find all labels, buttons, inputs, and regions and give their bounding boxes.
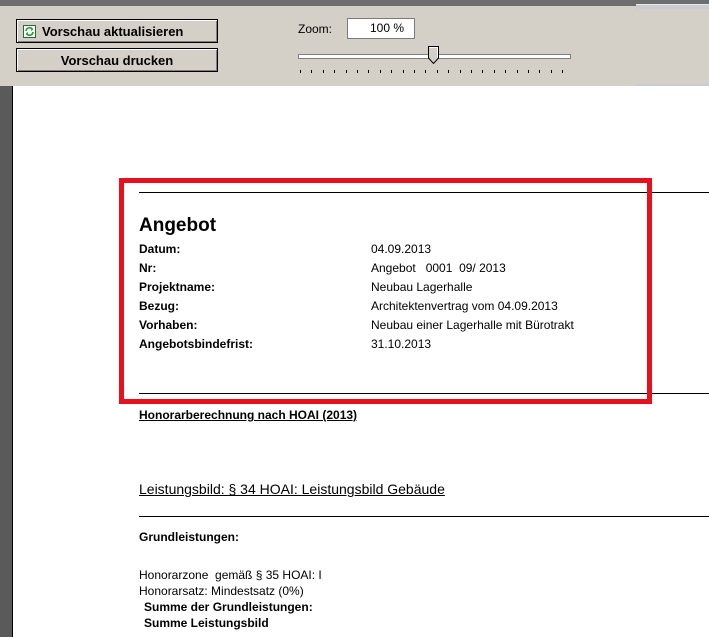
zoom-slider-ticks xyxy=(300,70,570,74)
zoom-slider-thumb[interactable] xyxy=(428,46,439,64)
zoom-slider-tick xyxy=(459,70,461,73)
summe-leistungsbild: Summe Leistungsbild xyxy=(144,616,269,630)
zoom-label: Zoom: xyxy=(298,22,333,36)
zoom-slider-tick xyxy=(345,70,347,73)
zoom-slider-tick xyxy=(414,70,415,73)
zoom-slider-tick xyxy=(402,70,404,73)
summe-grundleistungen: Summe der Grundleistungen: xyxy=(144,600,313,614)
zoom-slider-tick xyxy=(379,70,381,73)
zoom-slider-tick xyxy=(391,70,393,73)
section-title-honorar: Honorarberechnung nach HOAI (2013) xyxy=(139,408,358,422)
zoom-slider-tick xyxy=(550,70,552,73)
divider-leistungsbild xyxy=(139,516,709,517)
zoom-slider-tick xyxy=(482,70,484,73)
zoom-slider-tick xyxy=(357,70,358,73)
zoom-slider-tick xyxy=(528,70,529,73)
print-preview-label: Vorschau drucken xyxy=(60,52,174,68)
zoom-slider-tick xyxy=(539,70,541,73)
zoom-slider-tick xyxy=(448,70,450,73)
preview-left-margin xyxy=(0,86,12,637)
zoom-slider-tick xyxy=(322,70,324,73)
zoom-slider-tick xyxy=(562,70,564,73)
zoom-slider-tick xyxy=(493,70,495,73)
zoom-slider-tick xyxy=(334,70,336,73)
preview-toolbar: Vorschau aktualisieren Vorschau drucken … xyxy=(0,0,709,88)
zoom-slider-tick xyxy=(471,70,472,73)
zoom-slider-tick xyxy=(516,70,518,73)
print-preview-button[interactable]: Vorschau drucken xyxy=(16,48,218,72)
zoom-slider-tick xyxy=(505,70,507,73)
zoom-slider-tick xyxy=(436,70,438,73)
header-highlight-box xyxy=(119,178,652,404)
toolbar-edge-accent xyxy=(636,4,709,9)
zoom-input[interactable]: 100 % xyxy=(347,18,415,39)
refresh-preview-label: Vorschau aktualisieren xyxy=(42,23,184,39)
toolbar-top-border xyxy=(0,0,709,6)
zoom-slider-tick xyxy=(425,70,427,73)
leistungsbild-title: Leistungsbild: § 34 HOAI: Leistungsbild … xyxy=(139,481,445,497)
grundleistungen-heading: Grundleistungen: xyxy=(139,530,239,544)
honorarsatz-line: Honorarsatz: Mindestsatz (0%) xyxy=(139,584,304,598)
zoom-slider-tick xyxy=(300,70,301,73)
refresh-icon xyxy=(23,24,36,38)
honorarzone-line: Honorarzone gemäß § 35 HOAI: I xyxy=(139,568,322,582)
refresh-preview-button[interactable]: Vorschau aktualisieren xyxy=(16,19,218,43)
zoom-slider-tick xyxy=(311,70,313,73)
zoom-slider-tick xyxy=(368,70,370,73)
